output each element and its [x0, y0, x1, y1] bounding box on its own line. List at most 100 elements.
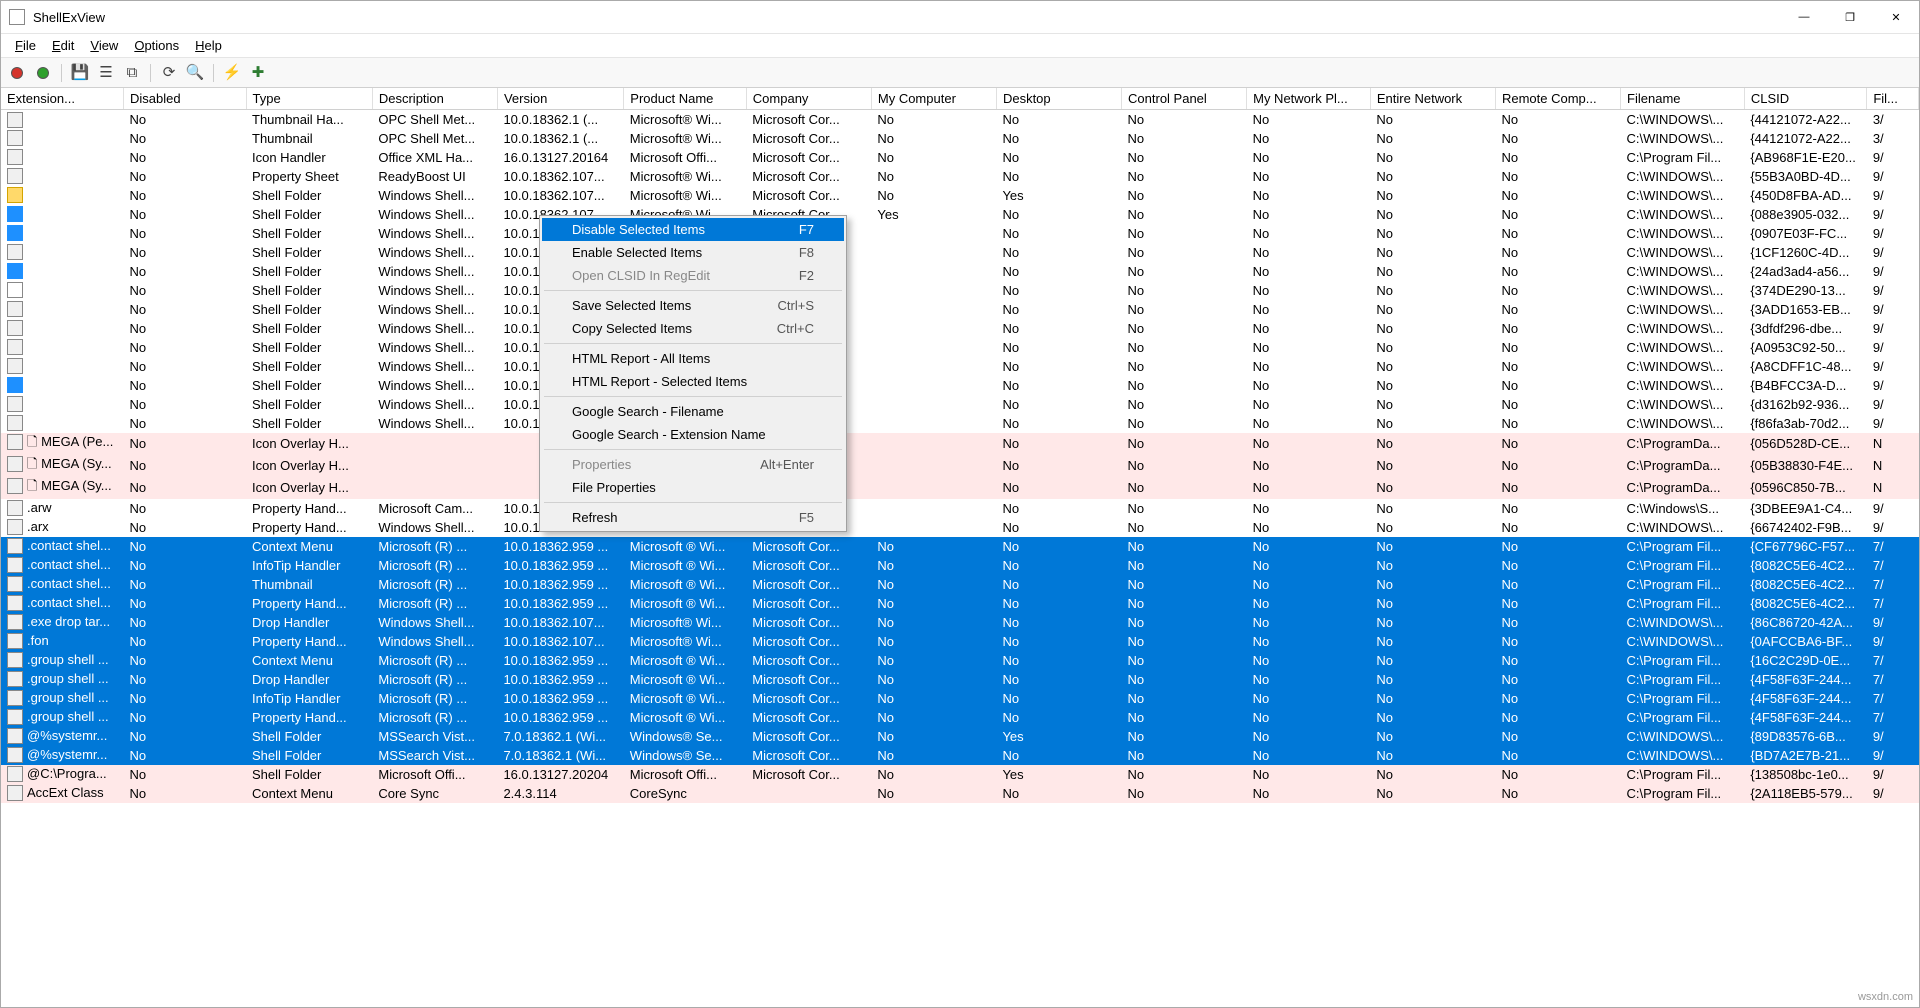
- html-report-button[interactable]: ⚡: [222, 63, 242, 83]
- cell: No: [1370, 357, 1495, 376]
- context-menu-item[interactable]: Save Selected ItemsCtrl+S: [542, 294, 844, 317]
- menu-dit[interactable]: Edit: [44, 36, 82, 55]
- column-header[interactable]: Desktop: [996, 88, 1121, 110]
- table-row[interactable]: NoProperty SheetReadyBoost UI10.0.18362.…: [1, 167, 1919, 186]
- cell: Microsoft Cor...: [746, 594, 871, 613]
- table-row[interactable]: .arxNoProperty Hand...Windows Shell...10…: [1, 518, 1919, 537]
- row-icon: [7, 690, 23, 706]
- close-button[interactable]: ✕: [1873, 1, 1919, 33]
- titlebar: ShellExView — ❐ ✕: [1, 1, 1919, 34]
- column-header[interactable]: My Network Pl...: [1247, 88, 1371, 110]
- copy-button[interactable]: ⧉: [122, 63, 142, 83]
- table-row[interactable]: 🗋 MEGA (Pe...NoIcon Overlay H...NoNoNoNo…: [1, 433, 1919, 455]
- column-header[interactable]: Version: [497, 88, 623, 110]
- table-row[interactable]: NoShell FolderWindows Shell...10.0.18362…: [1, 243, 1919, 262]
- table-row[interactable]: .group shell ...NoContext MenuMicrosoft …: [1, 651, 1919, 670]
- cell: No: [996, 300, 1121, 319]
- maximize-button[interactable]: ❐: [1827, 1, 1873, 33]
- cell: Microsoft ® Wi...: [624, 575, 747, 594]
- extension-grid[interactable]: Extension...DisabledTypeDescriptionVersi…: [1, 88, 1919, 1007]
- context-menu-shortcut: Ctrl+C: [777, 321, 814, 336]
- context-menu-item[interactable]: File Properties: [542, 476, 844, 499]
- menu-elp[interactable]: Help: [187, 36, 230, 55]
- context-menu-item[interactable]: RefreshF5: [542, 506, 844, 529]
- cell: No: [1247, 613, 1371, 632]
- properties-button[interactable]: ☰: [96, 63, 116, 83]
- context-menu-item[interactable]: Disable Selected ItemsF7: [542, 218, 844, 241]
- table-row[interactable]: .contact shel...NoThumbnailMicrosoft (R)…: [1, 575, 1919, 594]
- enable-button[interactable]: [33, 63, 53, 83]
- column-header[interactable]: Extension...: [1, 88, 124, 110]
- context-menu-item[interactable]: Enable Selected ItemsF8: [542, 241, 844, 264]
- context-menu-item[interactable]: Google Search - Filename: [542, 400, 844, 423]
- table-row[interactable]: NoShell FolderWindows Shell...10.0.18362…: [1, 395, 1919, 414]
- table-row[interactable]: .fonNoProperty Hand...Windows Shell...10…: [1, 632, 1919, 651]
- column-header[interactable]: Disabled: [124, 88, 247, 110]
- table-row[interactable]: NoShell FolderWindows Shell...10.0.18362…: [1, 224, 1919, 243]
- table-row[interactable]: NoShell FolderWindows Shell...10.0.18362…: [1, 186, 1919, 205]
- table-row[interactable]: NoIcon HandlerOffice XML Ha...16.0.13127…: [1, 148, 1919, 167]
- table-row[interactable]: .group shell ...NoProperty Hand...Micros…: [1, 708, 1919, 727]
- cell: No: [1122, 784, 1247, 803]
- column-header[interactable]: Remote Comp...: [1495, 88, 1620, 110]
- minimize-button[interactable]: —: [1781, 1, 1827, 33]
- table-row[interactable]: NoThumbnail Ha...OPC Shell Met...10.0.18…: [1, 110, 1919, 129]
- column-header[interactable]: Entire Network: [1370, 88, 1495, 110]
- column-header[interactable]: My Computer: [871, 88, 996, 110]
- table-row[interactable]: NoShell FolderWindows Shell...10.0.18362…: [1, 376, 1919, 395]
- find-button[interactable]: 🔍: [185, 63, 205, 83]
- save-button[interactable]: 💾: [70, 63, 90, 83]
- table-row[interactable]: @%systemr...NoShell FolderMSSearch Vist.…: [1, 746, 1919, 765]
- table-row[interactable]: NoShell FolderWindows Shell...10.0.18362…: [1, 319, 1919, 338]
- column-header[interactable]: Description: [372, 88, 497, 110]
- cell: C:\WINDOWS\...: [1621, 518, 1745, 537]
- table-row[interactable]: NoShell FolderWindows Shell...10.0.18362…: [1, 338, 1919, 357]
- cell: 9/: [1867, 414, 1919, 433]
- table-row[interactable]: NoShell FolderWindows Shell...10.0.18362…: [1, 357, 1919, 376]
- table-row[interactable]: AccExt ClassNoContext MenuCore Sync2.4.3…: [1, 784, 1919, 803]
- table-row[interactable]: @C:\Progra...NoShell FolderMicrosoft Off…: [1, 765, 1919, 784]
- table-row[interactable]: .exe drop tar...NoDrop HandlerWindows Sh…: [1, 613, 1919, 632]
- menu-ile[interactable]: File: [7, 36, 44, 55]
- column-header[interactable]: Filename: [1621, 88, 1745, 110]
- table-row[interactable]: .group shell ...NoDrop HandlerMicrosoft …: [1, 670, 1919, 689]
- table-row[interactable]: NoShell FolderWindows Shell...10.0.18362…: [1, 262, 1919, 281]
- column-header[interactable]: Company: [746, 88, 871, 110]
- filter-button[interactable]: ✚: [248, 63, 268, 83]
- disable-button[interactable]: [7, 63, 27, 83]
- refresh-button[interactable]: ⟳: [159, 63, 179, 83]
- table-row[interactable]: @%systemr...NoShell FolderMSSearch Vist.…: [1, 727, 1919, 746]
- column-header[interactable]: Control Panel: [1122, 88, 1247, 110]
- table-row[interactable]: .group shell ...NoInfoTip HandlerMicroso…: [1, 689, 1919, 708]
- cell: {374DE290-13...: [1744, 281, 1867, 300]
- context-menu-item[interactable]: HTML Report - Selected Items: [542, 370, 844, 393]
- table-row[interactable]: NoShell FolderWindows Shell...10.0.18362…: [1, 300, 1919, 319]
- table-row[interactable]: NoShell FolderWindows Shell...10.0.18362…: [1, 205, 1919, 224]
- table-row[interactable]: .arwNoProperty Hand...Microsoft Cam...10…: [1, 499, 1919, 518]
- table-row[interactable]: .contact shel...NoContext MenuMicrosoft …: [1, 537, 1919, 556]
- context-menu-item[interactable]: HTML Report - All Items: [542, 347, 844, 370]
- column-header[interactable]: Product Name: [624, 88, 747, 110]
- app-icon: [9, 9, 25, 25]
- column-header[interactable]: Fil...: [1867, 88, 1919, 110]
- cell: [871, 455, 996, 477]
- column-header[interactable]: CLSID: [1744, 88, 1867, 110]
- table-row[interactable]: NoShell FolderWindows Shell...10.0.18362…: [1, 414, 1919, 433]
- cell: 10.0.18362.107...: [497, 167, 623, 186]
- table-row[interactable]: .contact shel...NoInfoTip HandlerMicroso…: [1, 556, 1919, 575]
- context-menu-item[interactable]: Copy Selected ItemsCtrl+C: [542, 317, 844, 340]
- cell: {3DBEE9A1-C4...: [1744, 499, 1867, 518]
- cell: No: [1247, 129, 1371, 148]
- cell: No: [996, 670, 1121, 689]
- table-row[interactable]: 🗋 MEGA (Sy...NoIcon Overlay H...NoNoNoNo…: [1, 455, 1919, 477]
- context-menu-item[interactable]: Google Search - Extension Name: [542, 423, 844, 446]
- table-row[interactable]: NoThumbnailOPC Shell Met...10.0.18362.1 …: [1, 129, 1919, 148]
- menu-iew[interactable]: View: [82, 36, 126, 55]
- table-row[interactable]: .contact shel...NoProperty Hand...Micros…: [1, 594, 1919, 613]
- cell: No: [1495, 319, 1620, 338]
- column-header[interactable]: Type: [246, 88, 372, 110]
- table-row[interactable]: NoShell FolderWindows Shell...10.0.18362…: [1, 281, 1919, 300]
- table-row[interactable]: 🗋 MEGA (Sy...NoIcon Overlay H...NoNoNoNo…: [1, 477, 1919, 499]
- menu-ptions[interactable]: Options: [126, 36, 187, 55]
- cell: Microsoft ® Wi...: [624, 689, 747, 708]
